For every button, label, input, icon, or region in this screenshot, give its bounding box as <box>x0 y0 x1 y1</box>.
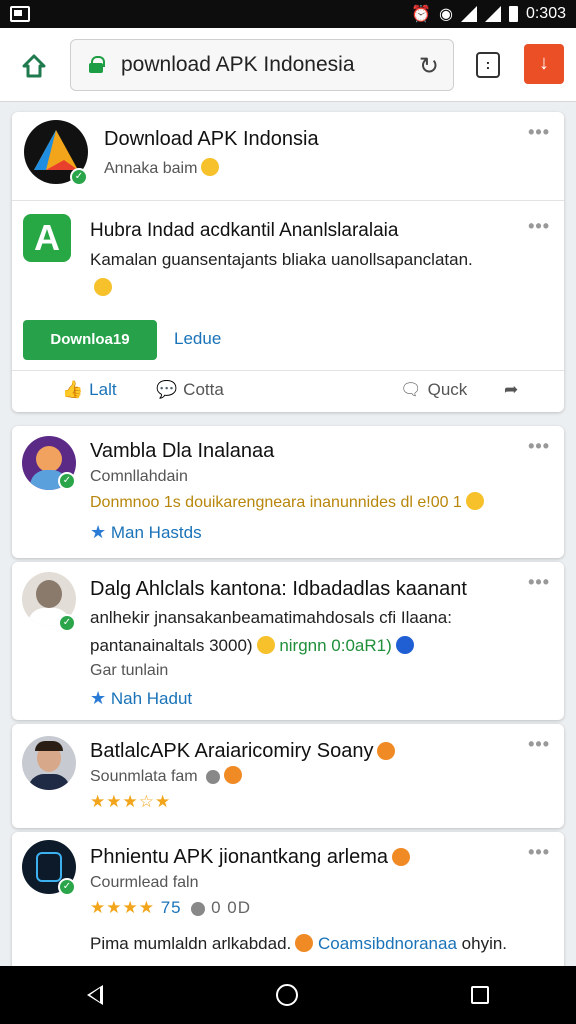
status-bar: ⏰ ◉ 0:303 <box>0 0 576 28</box>
signal-icon-2 <box>484 6 501 22</box>
emoji-icon <box>224 766 243 784</box>
page-subtitle: Annaka baim <box>104 158 220 178</box>
system-nav-bar <box>0 966 576 1024</box>
more-icon[interactable]: ••• <box>528 572 550 593</box>
back-icon[interactable] <box>86 985 103 1005</box>
post-card: ✓ Dalg Ahlclals kantona: Idbadadlas kaan… <box>12 562 564 720</box>
verified-icon: ✓ <box>58 878 76 896</box>
share-icon: ➦ <box>504 380 519 399</box>
star-icon: ★ <box>90 522 107 542</box>
like-icon: 👍 <box>62 380 84 399</box>
gallery-icon <box>10 6 30 22</box>
post-body: Donmnoo 1s douikarengneara inanunnides d… <box>90 492 484 512</box>
status-time: 0:303 <box>525 5 566 22</box>
post-author: Sounmlata fam <box>90 766 243 786</box>
post-author: Courmlead faln <box>90 874 199 891</box>
comment-button[interactable]: 💬 Cotta <box>156 380 224 400</box>
post-body: Pima mumlaldn arlkabdad. Coamsibdnoranaa… <box>90 934 508 953</box>
grin-emoji-icon <box>94 278 112 296</box>
chat-icon: 🗨 <box>400 380 422 399</box>
alarm-icon: ⏰ <box>411 6 431 23</box>
browser-toolbar: pownload APK Indonesia ↻ : ↓ <box>0 28 576 102</box>
url-text: pownload APK Indonesia <box>121 53 355 76</box>
address-bar[interactable]: pownload APK Indonesia ↻ <box>70 39 454 91</box>
wifi-icon: ◉ <box>438 6 453 23</box>
more-icon[interactable]: ••• <box>528 436 550 457</box>
more-icon[interactable]: ••• <box>528 122 550 143</box>
signal-icon <box>460 6 477 22</box>
tabs-icon[interactable]: : <box>476 52 500 78</box>
share-button[interactable]: ➦ <box>504 380 518 400</box>
star-rating: ★★★★ 75 0 0D <box>90 898 252 917</box>
smile-emoji-icon <box>201 158 220 176</box>
battery-icon <box>508 6 518 22</box>
emoji-icon <box>391 848 410 866</box>
secondary-link[interactable]: Ledue <box>174 329 221 349</box>
post-author: Comnllahdain <box>90 468 188 485</box>
smile-emoji-icon <box>465 492 484 510</box>
more-icon-2[interactable]: ••• <box>528 216 550 237</box>
verified-icon: ✓ <box>58 472 76 490</box>
reload-icon[interactable]: ↻ <box>419 52 439 81</box>
post-body-line: anlhekir jnansakanbeamatimahdosals cfi I… <box>90 608 452 627</box>
post-card: BatlalcAPK Araiaricomiry Soany Sounmlata… <box>12 724 564 828</box>
post-title: BatlalcAPK Araiaricomiry Soany <box>90 740 396 763</box>
emoji-icon <box>377 742 396 760</box>
extension-icon[interactable]: ↓ <box>524 44 564 84</box>
star-icon: ★ <box>90 688 107 708</box>
post-card: ✓ Phnientu APK jionantkang arlema Courml… <box>12 832 564 972</box>
chat-button[interactable]: 🗨 Quck <box>400 380 467 400</box>
post-title: Vambla Dla Inalanaa <box>90 440 275 462</box>
post-author: Gar tunlain <box>90 662 169 679</box>
comment-icon: 💬 <box>156 380 178 399</box>
lock-icon <box>89 56 105 73</box>
post-body-line: pantanainaltals 3000) nirgnn 0:0aR1) <box>90 636 414 656</box>
globe-emoji-icon <box>395 636 414 654</box>
avatar[interactable] <box>22 736 76 790</box>
more-icon[interactable]: ••• <box>528 842 550 863</box>
clock-icon <box>206 770 221 784</box>
more-icon[interactable]: ••• <box>528 734 550 755</box>
post-title: Hubra Indad acdkantil Ananlslaralaia <box>90 220 399 241</box>
post-link[interactable]: ★ Nah Hadut <box>90 688 192 709</box>
verified-icon: ✓ <box>58 614 76 632</box>
app-icon[interactable]: A <box>23 214 71 262</box>
home-nav-icon[interactable] <box>275 984 298 1006</box>
post-title: Phnientu APK jionantkang arlema <box>90 846 410 869</box>
post-title: Dalg Ahlclals kantona: Idbadadlas kaanan… <box>90 578 467 600</box>
post-link[interactable]: ★ Man Hastds <box>90 522 202 543</box>
smile-emoji-icon <box>256 636 275 654</box>
download-button[interactable]: Downloa19 <box>23 320 157 360</box>
home-icon[interactable] <box>20 52 48 80</box>
recents-icon[interactable] <box>471 986 490 1004</box>
star-rating: ★★★☆★ <box>90 792 172 811</box>
clock-icon <box>191 902 206 916</box>
verified-icon: ✓ <box>70 168 88 186</box>
page-title: Download APK Indonsia <box>104 128 319 150</box>
like-button[interactable]: 👍 Lalt <box>62 380 117 400</box>
emoji-icon <box>295 934 314 952</box>
featured-card: ✓ Download APK Indonsia Annaka baim ••• … <box>12 112 564 412</box>
post-body: Kamalan guansentajants bliaka uanollsapa… <box>90 250 473 269</box>
post-card: ✓ Vambla Dla Inalanaa Comnllahdain Donmn… <box>12 426 564 558</box>
